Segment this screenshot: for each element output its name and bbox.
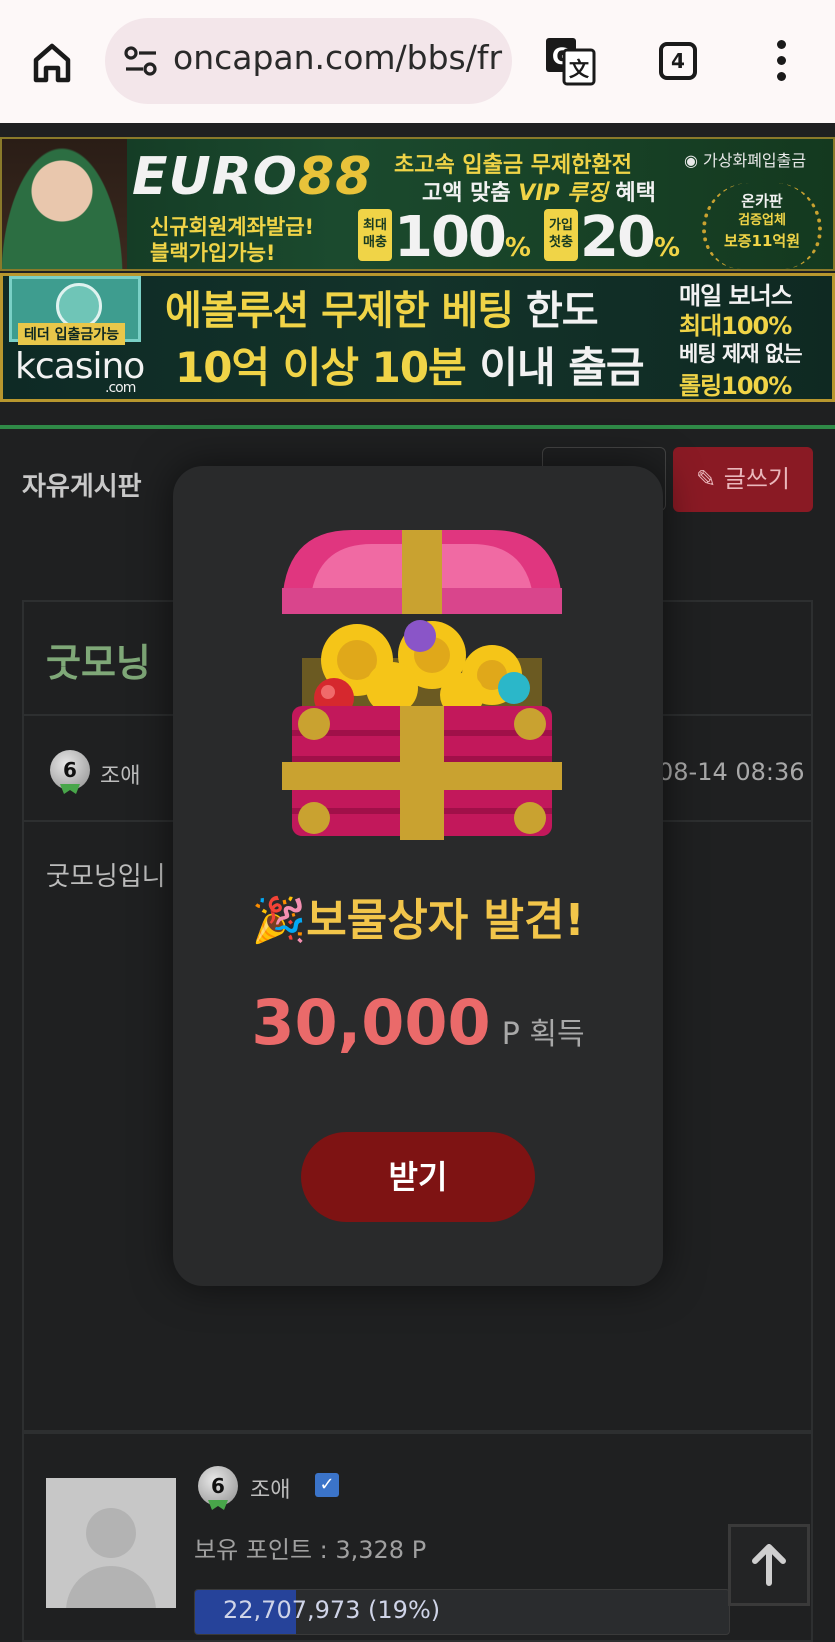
claim-button[interactable]: 받기 — [301, 1132, 535, 1222]
write-button[interactable]: ✎ 글쓰기 — [673, 447, 813, 512]
banner-text: 고액 맞춤 VIP 루징 혜택 — [422, 181, 656, 206]
board-title: 자유게시판 — [22, 472, 142, 502]
more-menu-icon[interactable] — [774, 40, 788, 84]
scroll-to-top-button[interactable] — [728, 1524, 810, 1606]
treasure-chest-modal: 🎉보물상자 발견! 30,000 P 획득 받기 — [173, 466, 663, 1286]
svg-text:文: 文 — [569, 57, 590, 81]
banner-big-number: 100% — [394, 205, 531, 270]
address-bar[interactable]: oncapan.com/bbs/fre — [105, 18, 512, 104]
progress-text: 22,707,973 (19%) — [223, 1596, 441, 1624]
banner-text: 롤링100% — [679, 372, 792, 400]
banner-badge: 가입 첫충 — [544, 209, 578, 261]
modal-title: 🎉보물상자 발견! — [251, 895, 585, 946]
banner-text: 10억 이상 10분 이내 출금 — [175, 343, 645, 392]
banner-text: 에볼루션 무제한 베팅 한도 — [165, 288, 599, 334]
post-body: 굿모닝입니 — [46, 862, 166, 892]
ad-banner-kcasino[interactable]: 테더 입출금가능 kcasino .com 에볼루션 무제한 베팅 한도 10억 … — [0, 273, 835, 402]
divider — [0, 425, 835, 429]
home-icon[interactable] — [28, 38, 76, 86]
banner-big-number: 20% — [580, 205, 680, 270]
post-title: 굿모닝 — [46, 641, 151, 685]
arrow-up-icon — [752, 1544, 786, 1586]
tab-switcher-button[interactable]: 4 — [659, 42, 697, 80]
banner-text: ◉ 가상화폐입출금 — [684, 151, 807, 170]
level-badge-icon: 6 — [198, 1466, 238, 1506]
reward-unit: P 획득 — [501, 1017, 585, 1052]
award-laurel: 온카판 검증업체 보증11억원 — [702, 183, 822, 269]
site-settings-icon[interactable] — [123, 44, 159, 78]
avatar — [46, 1478, 176, 1608]
party-popper-icon: 🎉 — [251, 895, 307, 946]
post-date: 08-14 08:36 — [658, 758, 805, 786]
ad-banner-euro88[interactable]: EURO88 신규회원계좌발급! 블랙가입가능! 초고속 입출금 무제한환전 고… — [0, 137, 835, 271]
banner-text: 블랙가입가능! — [150, 241, 276, 265]
url-text[interactable]: oncapan.com/bbs/fre — [173, 38, 503, 77]
reward-points: 30,000 — [251, 986, 491, 1059]
banner-badge: 최대 매충 — [358, 209, 392, 261]
banner-text: 최대100% — [679, 312, 792, 340]
banner-model-image — [2, 139, 127, 269]
points-label: 보유 포인트 : 3,328 P — [194, 1536, 427, 1564]
tether-logo: 테더 입출금가능 — [9, 276, 141, 345]
kcasino-logo: kcasino .com — [15, 346, 145, 396]
reward-amount: 30,000 P 획득 — [173, 986, 663, 1059]
verified-check-icon: ✓ — [315, 1473, 339, 1497]
translate-icon[interactable]: G 文 — [544, 36, 596, 88]
post-author[interactable]: 조애 — [100, 758, 140, 790]
banner-text: 베팅 제재 없는 — [679, 342, 803, 366]
euro88-logo: EURO88 — [132, 147, 373, 207]
treasure-chest-icon — [282, 530, 562, 840]
browser-toolbar: oncapan.com/bbs/fre G 文 4 — [0, 0, 835, 123]
profile-name[interactable]: 조애 — [250, 1472, 290, 1504]
level-progress-bar: 22,707,973 (19%) — [194, 1589, 730, 1635]
pencil-icon: ✎ — [696, 465, 717, 493]
level-badge-icon: 6 — [50, 750, 90, 790]
